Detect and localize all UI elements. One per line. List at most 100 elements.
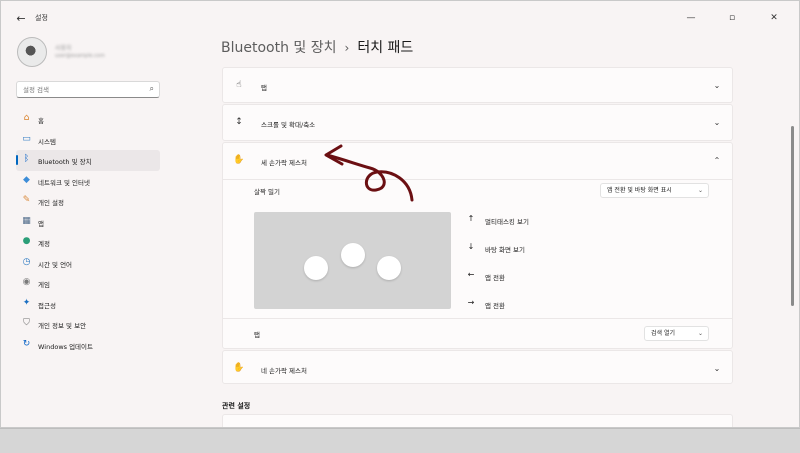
gesture-label: 멀티태스킹 보기 (485, 218, 529, 226)
sidebar-item-label: 네트워크 및 인터넷 (38, 178, 90, 187)
sidebar-item[interactable]: ▦ 앱 (16, 212, 160, 233)
finger-dot (341, 243, 365, 267)
system-icon: ▭ (22, 133, 31, 144)
divider (223, 318, 732, 319)
close-button[interactable]: ✕ (761, 9, 787, 27)
chevron-down-icon[interactable]: ⌄ (712, 364, 722, 374)
arrow-left-icon: ← (16, 12, 26, 25)
sidebar-item[interactable]: ● 계정 (16, 232, 160, 253)
sidebar-item-label: 접근성 (38, 301, 56, 310)
minimize-icon: — (686, 13, 696, 23)
sidebar-item-label: 계정 (38, 240, 50, 248)
tap-action-dropdown-value: 검색 열기 (651, 330, 675, 337)
sidebar-item[interactable]: ◷ 시간 및 언어 (16, 253, 160, 274)
time-language-icon: ◷ (22, 256, 31, 267)
sidebar-item-label: Bluetooth 및 장치 (38, 158, 92, 166)
related-settings-card[interactable] (222, 414, 733, 427)
settings-window: ← 설정 — ▫ ✕ 사용자 user@example.com ⌕ ⌂홈▭시스템… (0, 0, 800, 428)
gesture-label: 앱 전환 (485, 302, 506, 310)
tap-action-label: 탭 (254, 331, 260, 339)
three-finger-card-header[interactable]: ✋ 세 손가락 제스처 ⌃ (223, 143, 732, 179)
sidebar-item-label: 개인 설정 (38, 199, 64, 207)
tap-action-dropdown[interactable]: 검색 열기 ⌄ (644, 326, 709, 341)
app-title: 설정 (35, 14, 48, 22)
sidebar-item-label: 홈 (38, 117, 44, 125)
privacy-shield-icon: ⛉ (23, 318, 30, 328)
three-finger-card: ✋ 세 손가락 제스처 ⌃ 살짝 밀기 앱 전환 및 바탕 화면 표시 ⌄ ↑ … (222, 142, 733, 349)
related-settings-title: 관련 설정 (222, 402, 251, 410)
home-icon: ⌂ (23, 113, 30, 123)
account-icon: ● (22, 236, 31, 246)
sidebar-item[interactable]: ▭ 시스템 (16, 130, 160, 151)
gesture-preview (254, 212, 451, 309)
maximize-button[interactable]: ▫ (719, 9, 745, 27)
maximize-icon: ▫ (728, 13, 736, 23)
chevron-down-icon: ⌄ (697, 187, 703, 194)
arrow-down-icon: ↓ (467, 242, 475, 251)
avatar[interactable] (17, 37, 47, 67)
sidebar-item[interactable]: ᛒ Bluetooth 및 장치 (16, 150, 160, 171)
four-finger-card-header[interactable]: ✋ 네 손가락 제스처 ⌄ (223, 351, 732, 385)
search-input[interactable] (23, 85, 141, 95)
sidebar-item-label: 시스템 (38, 137, 56, 146)
personalization-icon: ✎ (22, 195, 31, 205)
sidebar-item[interactable]: ⌂ 홈 (16, 109, 160, 130)
close-icon: ✕ (770, 13, 778, 23)
desktop-background (0, 428, 800, 453)
scroll-zoom-card-title: 스크롤 및 확대/축소 (261, 121, 316, 129)
sidebar: 사용자 user@example.com ⌕ ⌂홈▭시스템ᛒBluetooth … (1, 37, 169, 427)
sidebar-item-label: 게임 (38, 281, 50, 289)
chevron-down-icon[interactable]: ⌄ (712, 81, 722, 91)
tap-card-header[interactable]: ☝ 탭 ⌄ (223, 68, 732, 104)
scroll-zoom-card-header[interactable]: ↕ 스크롤 및 확대/축소 ⌄ (223, 105, 732, 141)
sidebar-item-label: 시간 및 언어 (38, 260, 73, 269)
search-icon[interactable]: ⌕ (150, 84, 154, 94)
sidebar-item[interactable]: ✦ 접근성 (16, 294, 160, 315)
scroll-zoom-card[interactable]: ↕ 스크롤 및 확대/축소 ⌄ (222, 104, 733, 141)
network-icon: ◆ (23, 174, 30, 185)
minimize-button[interactable]: — (678, 9, 704, 27)
four-finger-card-title: 네 손가락 제스처 (261, 367, 307, 375)
bluetooth-icon: ᛒ (23, 154, 30, 164)
arrow-up-icon: ↑ (467, 214, 475, 223)
sidebar-item[interactable]: ✎ 개인 설정 (16, 191, 160, 212)
swipe-label: 살짝 밀기 (254, 188, 280, 196)
four-finger-hand-icon: ✋ (233, 363, 245, 373)
breadcrumb-separator: › (344, 41, 350, 55)
page-title: 터치 패드 (357, 40, 414, 56)
divider (223, 179, 732, 180)
breadcrumb-parent[interactable]: Bluetooth 및 장치 (221, 40, 337, 56)
back-button[interactable]: ← (13, 12, 29, 26)
sidebar-item-label: Windows 업데이트 (38, 342, 94, 351)
sidebar-nav: ⌂ 홈 ▭ 시스템 ᛒ Bluetooth 및 장치 ◆ 네트워크 및 인터넷 ✎ 개인 설정 ▦ 앱… (16, 109, 160, 355)
sidebar-item[interactable]: ◆ 네트워크 및 인터넷 (16, 171, 160, 192)
sidebar-item-label: 개인 정보 및 보안 (38, 322, 87, 330)
sidebar-item[interactable]: ◉ 게임 (16, 273, 160, 294)
tap-card-title: 탭 (261, 84, 267, 92)
scrollbar[interactable] (791, 126, 794, 306)
scroll-icon: ↕ (235, 117, 243, 127)
main-content: ☝ 탭 ⌄ ↕ 스크롤 및 확대/축소 ⌄ ✋ 세 손가락 제스처 ⌃ 살짝 밀… (222, 63, 734, 427)
finger-dot (377, 256, 401, 280)
search-box[interactable]: ⌕ (16, 81, 160, 98)
windows-update-icon: ↻ (22, 338, 31, 349)
swipe-dropdown-value: 앱 전환 및 바탕 화면 표시 (607, 187, 672, 194)
gaming-icon: ◉ (22, 277, 31, 287)
finger-dot (304, 256, 328, 280)
gesture-label: 앱 전환 (485, 274, 506, 282)
chevron-down-icon: ⌄ (697, 330, 703, 337)
three-finger-hand-icon: ✋ (233, 155, 245, 165)
accessibility-icon: ✦ (22, 297, 31, 308)
chevron-down-icon[interactable]: ⌄ (712, 118, 722, 128)
sidebar-item-label: 앱 (38, 219, 44, 228)
four-finger-card[interactable]: ✋ 네 손가락 제스처 ⌄ (222, 350, 733, 384)
sidebar-item[interactable]: ↻ Windows 업데이트 (16, 335, 160, 356)
sidebar-item[interactable]: ⛉ 개인 정보 및 보안 (16, 314, 160, 335)
chevron-up-icon[interactable]: ⌃ (712, 156, 722, 166)
tap-hand-icon: ☝ (236, 80, 242, 90)
tap-card[interactable]: ☝ 탭 ⌄ (222, 67, 733, 103)
apps-icon: ▦ (22, 215, 31, 226)
arrow-left-icon: ← (467, 270, 475, 279)
gesture-label: 바탕 화면 보기 (485, 246, 526, 254)
swipe-dropdown[interactable]: 앱 전환 및 바탕 화면 표시 ⌄ (600, 183, 709, 198)
